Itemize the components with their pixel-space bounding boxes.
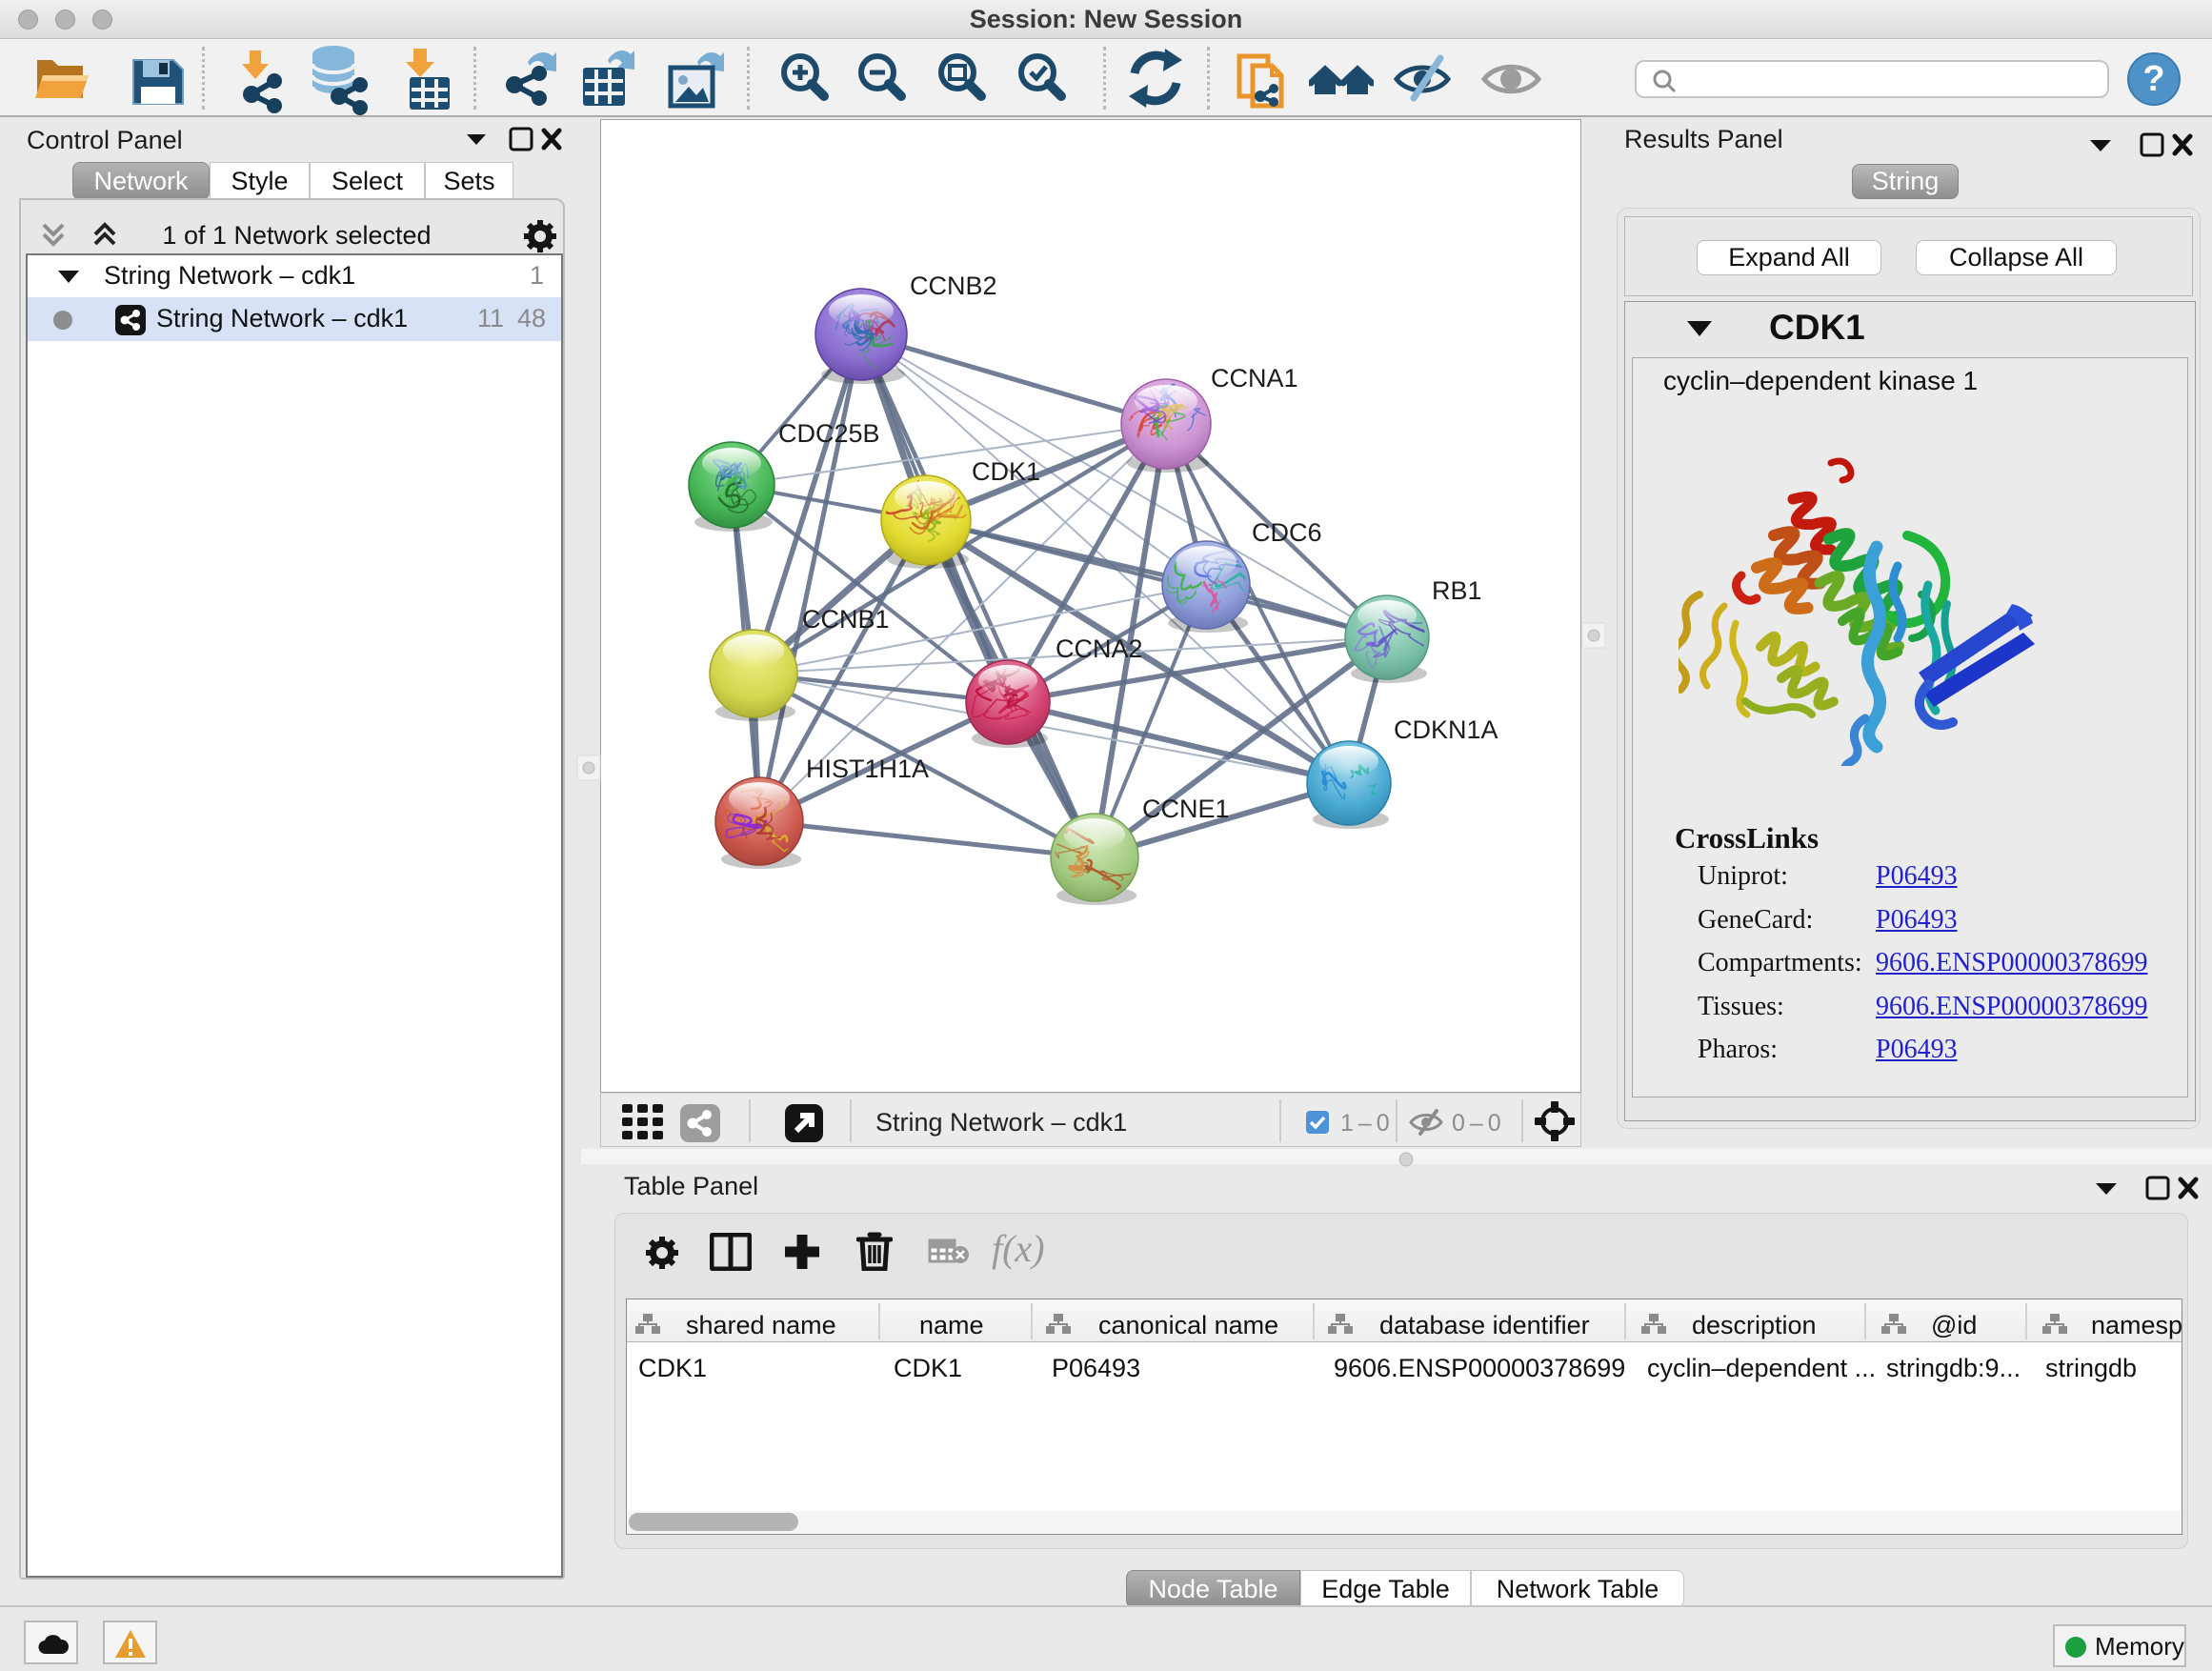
svg-text:CCNA2: CCNA2 — [1056, 634, 1143, 663]
svg-text:CDC25B: CDC25B — [778, 419, 880, 448]
svg-text:CCNA1: CCNA1 — [1211, 364, 1298, 393]
svg-text:CDC6: CDC6 — [1252, 518, 1322, 547]
svg-text:CCNE1: CCNE1 — [1142, 795, 1230, 823]
svg-text:HIST1H1A: HIST1H1A — [806, 755, 929, 783]
svg-text:?: ? — [2142, 59, 2164, 99]
svg-text:CDK1: CDK1 — [972, 457, 1040, 486]
svg-text:CDKN1A: CDKN1A — [1394, 715, 1498, 744]
svg-text:CCNB2: CCNB2 — [910, 272, 997, 300]
svg-text:CCNB1: CCNB1 — [802, 605, 890, 634]
svg-text:RB1: RB1 — [1432, 576, 1482, 605]
